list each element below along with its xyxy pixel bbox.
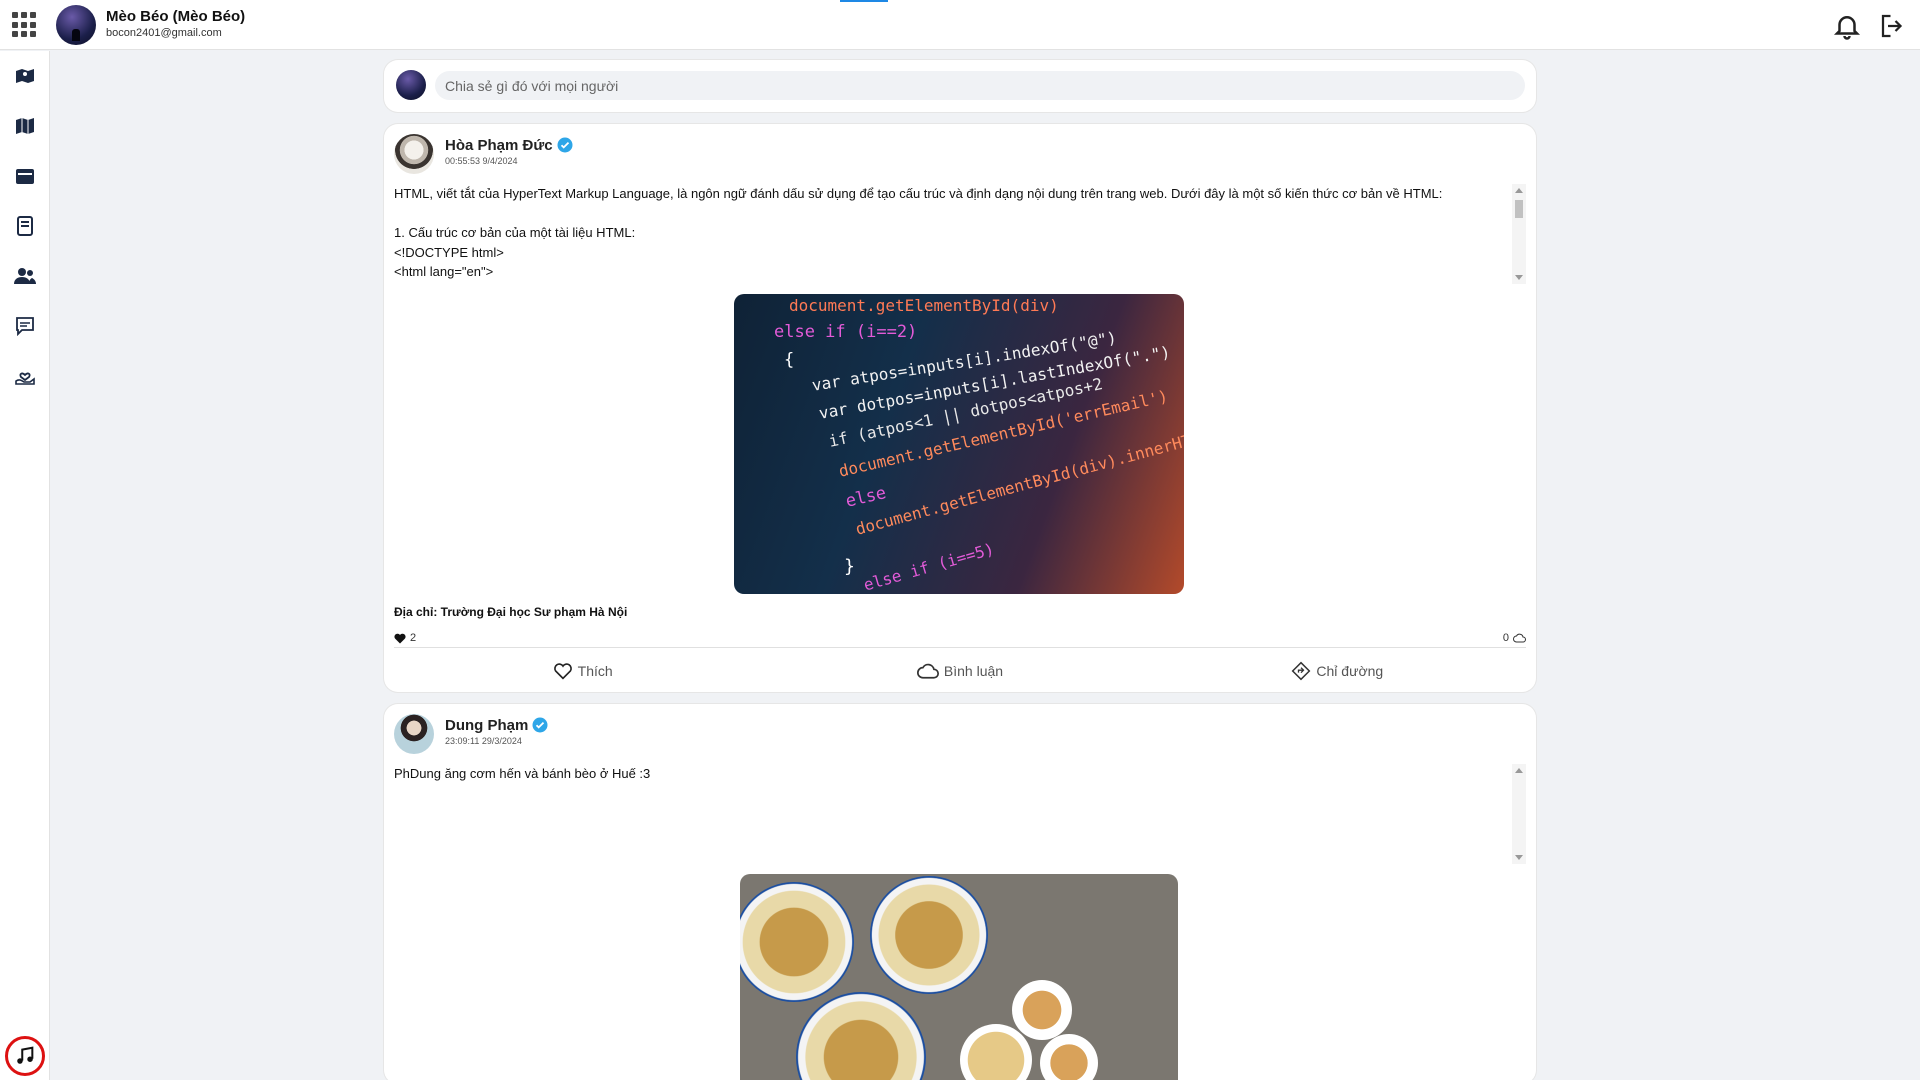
like-count-value: 2 xyxy=(410,632,417,644)
directions-label: Chỉ đường xyxy=(1316,663,1384,679)
post-text-line xyxy=(394,204,1499,224)
scroll-down-arrow-icon[interactable] xyxy=(1515,855,1523,860)
post-image[interactable] xyxy=(740,874,1178,1080)
like-label: Thích xyxy=(577,663,613,679)
user-email: bocon2401@gmail.com xyxy=(106,27,222,39)
avatar[interactable] xyxy=(394,134,434,174)
post-author[interactable]: Hòa Phạm Đức xyxy=(445,137,573,154)
map-icon[interactable] xyxy=(13,114,37,138)
scroll-up-arrow-icon[interactable] xyxy=(1515,768,1523,773)
post-body-scrollbar[interactable] xyxy=(1512,184,1526,284)
post-text-line: <html lang="en"> xyxy=(394,264,494,279)
scroll-down-arrow-icon[interactable] xyxy=(1515,275,1523,280)
code-line: } xyxy=(844,556,855,577)
comment-button[interactable]: Bình luận xyxy=(771,654,1148,688)
code-line: else if (i==2) xyxy=(774,322,918,342)
scroll-thumb[interactable] xyxy=(1515,200,1523,218)
user-name: Mèo Béo (Mèo Béo) xyxy=(106,8,246,25)
code-line: { xyxy=(784,350,795,370)
post-body: HTML, viết tắt của HyperText Markup Lang… xyxy=(394,184,1519,284)
post-card: Dung Phạm 23:09:11 29/3/2024 PhDung ăng … xyxy=(384,704,1536,1080)
verified-badge-icon xyxy=(557,137,573,153)
map-marker-icon[interactable] xyxy=(13,64,37,88)
notification-bell-icon[interactable] xyxy=(1832,11,1862,41)
directions-icon xyxy=(1292,661,1311,681)
post-text-line: <!DOCTYPE html> xyxy=(394,244,504,260)
hand-heart-icon[interactable] xyxy=(13,364,37,388)
like-button[interactable]: Thích xyxy=(394,654,771,688)
post-timestamp: 00:55:53 9/4/2024 xyxy=(445,156,518,166)
post-card: Hòa Phạm Đức 00:55:53 9/4/2024 HTML, viế… xyxy=(384,124,1536,692)
loading-indicator xyxy=(840,0,888,2)
heart-icon xyxy=(553,663,572,680)
directions-button[interactable]: Chỉ đường xyxy=(1149,654,1526,688)
author-name: Hòa Phạm Đức xyxy=(445,137,553,154)
post-text-line: HTML, viết tắt của HyperText Markup Lang… xyxy=(394,186,1443,201)
news-feed: Hòa Phạm Đức 00:55:53 9/4/2024 HTML, viế… xyxy=(384,60,1536,1080)
verified-badge-icon xyxy=(532,717,548,733)
post-text-line: PhDung ăng cơm hến và bánh bèo ở Huế :3 xyxy=(394,766,651,781)
sidebar xyxy=(0,51,50,1080)
calendar-icon[interactable] xyxy=(13,164,37,188)
post-image[interactable]: document.getElementById(div) else if (i=… xyxy=(734,294,1184,594)
post-text-line: 1. Cấu trúc cơ bản của một tài liệu HTML… xyxy=(394,225,636,240)
post-body: PhDung ăng cơm hến và bánh bèo ở Huế :3 xyxy=(394,764,1519,864)
logout-icon[interactable] xyxy=(1878,11,1908,41)
code-line: else xyxy=(843,483,889,512)
author-name: Dung Phạm xyxy=(445,717,529,734)
code-line: else if (i==5) xyxy=(861,539,997,594)
avatar[interactable] xyxy=(394,714,434,754)
post-composer xyxy=(384,60,1536,112)
post-body-scrollbar[interactable] xyxy=(1512,764,1526,864)
music-icon[interactable] xyxy=(5,1036,45,1076)
post-actions: Thích Bình luận Chỉ đường xyxy=(394,654,1526,688)
users-icon[interactable] xyxy=(13,264,37,288)
comment-count[interactable]: 0 xyxy=(1503,632,1526,644)
avatar xyxy=(396,70,426,100)
share-input[interactable] xyxy=(435,71,1525,100)
avatar[interactable] xyxy=(56,5,96,45)
cloud-icon xyxy=(916,663,939,679)
code-line: document.getElementById(div) xyxy=(789,296,1059,315)
book-icon[interactable] xyxy=(13,214,37,238)
chat-icon[interactable] xyxy=(13,314,37,338)
heart-icon xyxy=(394,633,406,643)
post-timestamp: 23:09:11 29/3/2024 xyxy=(445,736,522,746)
post-author[interactable]: Dung Phạm xyxy=(445,717,548,734)
post-stats: 2 0 xyxy=(394,632,1526,648)
like-count[interactable]: 2 xyxy=(394,632,416,644)
comment-label: Bình luận xyxy=(943,663,1004,679)
code-line: document.getElementById(div).innerHTML xyxy=(853,425,1184,539)
cloud-icon xyxy=(1513,633,1526,643)
scroll-up-arrow-icon[interactable] xyxy=(1515,188,1523,193)
post-address: Địa chỉ: Trường Đại học Sư phạm Hà Nội xyxy=(394,605,628,619)
comment-count-value: 0 xyxy=(1502,632,1509,644)
apps-grid-icon[interactable] xyxy=(12,12,38,38)
top-bar: Mèo Béo (Mèo Béo) bocon2401@gmail.com xyxy=(0,0,1920,50)
